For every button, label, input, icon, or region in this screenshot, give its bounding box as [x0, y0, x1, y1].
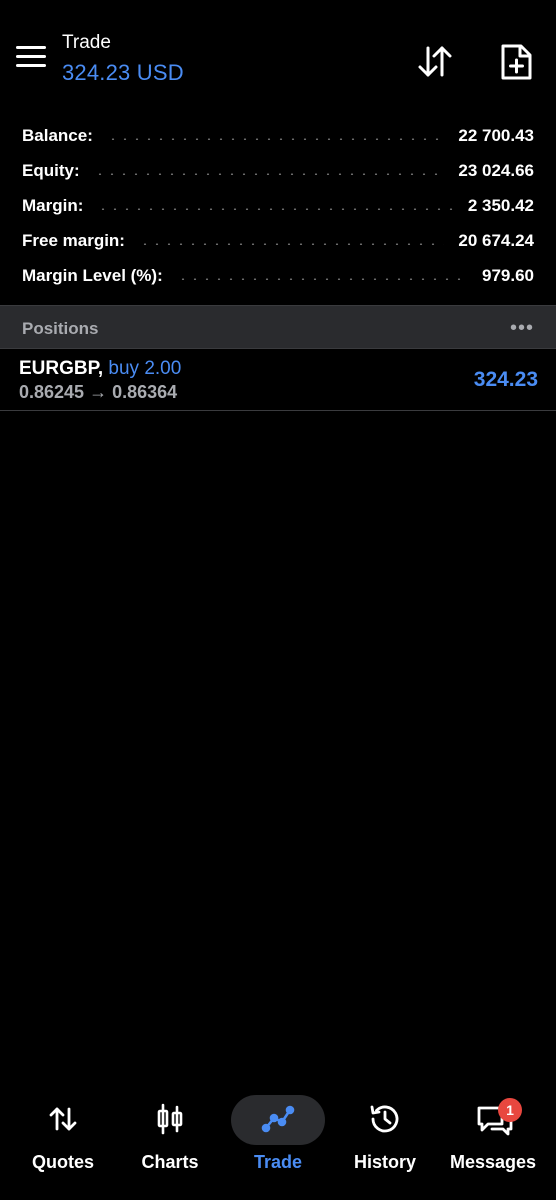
nav-history[interactable]: History: [332, 1088, 438, 1200]
summary-label: Free margin:: [22, 230, 125, 250]
positions-title: Positions: [22, 319, 99, 338]
summary-label: Margin Level (%):: [22, 265, 163, 285]
page-title: Trade: [62, 32, 111, 53]
candlestick-chart-icon: [153, 1102, 187, 1136]
header-title-group: Trade 324.23 USD: [62, 32, 184, 86]
nav-messages[interactable]: 1 Messages: [440, 1088, 546, 1200]
account-summary: Balance: 22 700.43 Equity: 23 024.66 Mar…: [0, 118, 556, 293]
sort-arrows-icon[interactable]: [415, 42, 455, 82]
summary-row-balance: Balance: 22 700.43: [0, 118, 556, 153]
summary-label: Equity:: [22, 160, 80, 180]
summary-row-equity: Equity: 23 024.66: [0, 153, 556, 188]
summary-row-margin-level: Margin Level (%): 979.60: [0, 258, 556, 293]
trade-screen: Trade 324.23 USD Balance: 22 700.43 Equi…: [0, 0, 556, 1200]
nav-label: Quotes: [31, 1152, 94, 1172]
nav-label: Trade: [253, 1152, 303, 1172]
nav-label: Messages: [449, 1152, 537, 1172]
position-row[interactable]: EURGBP, buy 2.00 0.86245 → 0.86364 324.2…: [0, 349, 556, 411]
unread-badge: 1: [498, 1098, 522, 1122]
summary-value: 22 700.43: [458, 125, 534, 145]
nav-label: Charts: [141, 1152, 199, 1172]
position-profit: 324.23: [473, 368, 538, 391]
account-profit: 324.23 USD: [62, 60, 184, 85]
history-clock-icon: [368, 1102, 402, 1136]
position-symbol: EURGBP,: [19, 358, 104, 379]
nav-quotes[interactable]: Quotes: [10, 1088, 116, 1200]
position-title-line: EURGBP, buy 2.00: [19, 358, 181, 380]
dotted-leader: [93, 172, 445, 175]
dotted-leader: [176, 277, 468, 280]
app-header: Trade 324.23 USD: [0, 0, 556, 110]
nav-charts[interactable]: Charts: [117, 1088, 223, 1200]
dotted-leader: [106, 137, 445, 140]
summary-label: Margin:: [22, 195, 84, 215]
quotes-arrows-icon: [46, 1102, 80, 1136]
positions-section-header: Positions •••: [0, 305, 556, 349]
trade-line-icon: [261, 1102, 295, 1136]
summary-label: Balance:: [22, 125, 93, 145]
dotted-leader: [138, 242, 445, 245]
new-document-icon[interactable]: [497, 42, 537, 82]
hamburger-menu-icon[interactable]: [14, 46, 48, 76]
nav-trade[interactable]: Trade: [225, 1088, 331, 1200]
bottom-navigation: Quotes Charts Trade History 1 Messages: [0, 1088, 556, 1200]
summary-value: 20 674.24: [458, 230, 534, 250]
dotted-leader: [97, 207, 454, 210]
summary-row-margin: Margin: 2 350.42: [0, 188, 556, 223]
summary-value: 23 024.66: [458, 160, 534, 180]
more-options-icon[interactable]: •••: [510, 317, 534, 340]
position-prices: 0.86245 → 0.86364: [19, 382, 178, 402]
summary-row-free-margin: Free margin: 20 674.24: [0, 223, 556, 258]
summary-value: 2 350.42: [467, 195, 534, 215]
summary-value: 979.60: [482, 265, 534, 285]
nav-label: History: [353, 1152, 416, 1172]
position-side-volume: buy 2.00: [108, 358, 182, 379]
